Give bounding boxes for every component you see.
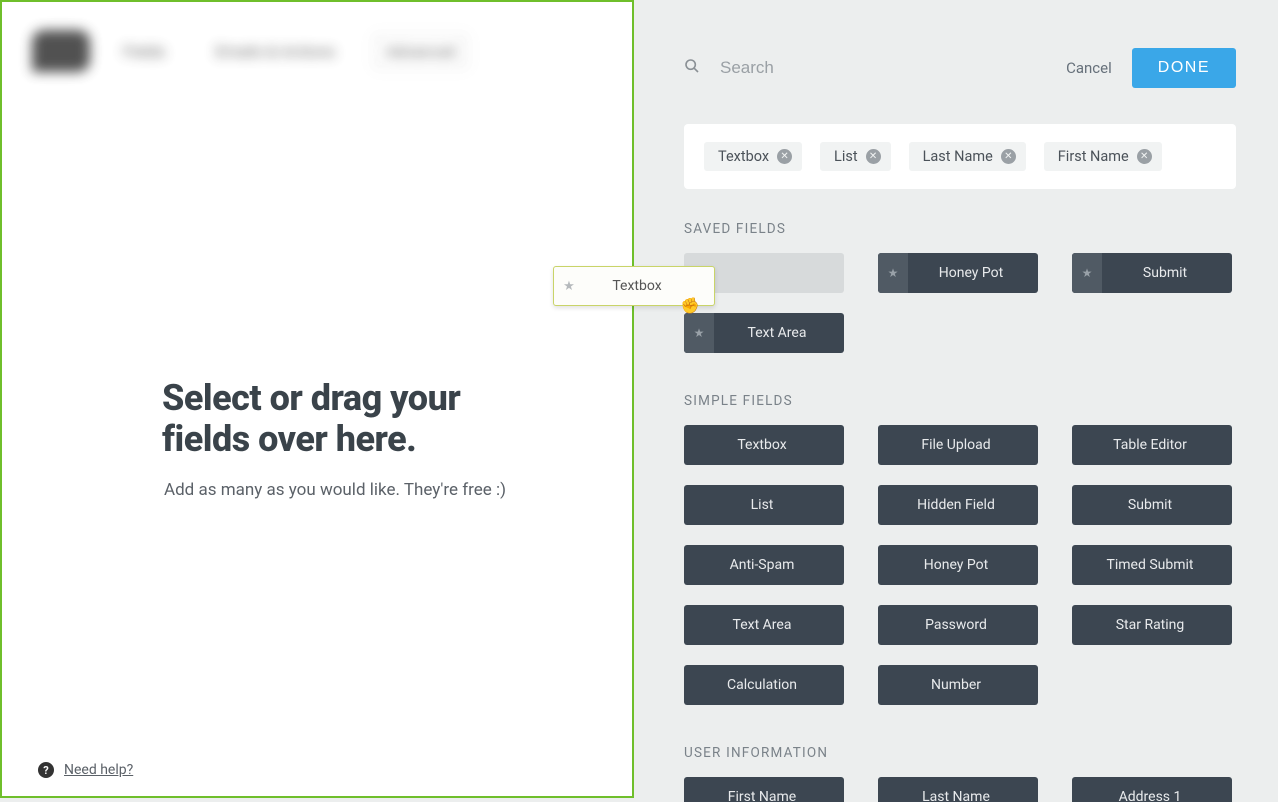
field-label: List [684, 497, 844, 513]
help-icon: ? [38, 762, 54, 778]
field-number[interactable]: Number [878, 665, 1038, 705]
star-icon: ★ [878, 253, 908, 293]
field-label: Hidden Field [878, 497, 1038, 513]
canvas-header: Fields Emails & Actions Advanced [2, 2, 632, 82]
chip-last-name[interactable]: Last Name ✕ [909, 142, 1026, 171]
remove-chip-icon[interactable]: ✕ [777, 149, 792, 164]
drop-subtitle: Add as many as you would like. They're f… [164, 480, 592, 500]
field-submit[interactable]: ★Submit [1072, 253, 1232, 293]
remove-chip-icon[interactable]: ✕ [866, 149, 881, 164]
star-icon: ★ [1072, 253, 1102, 293]
drop-title: Select or drag your fields over here. [162, 378, 482, 461]
tab-emails-actions[interactable]: Emails & Actions [204, 35, 346, 68]
field-label: Anti-Spam [684, 557, 844, 573]
field-label: Textbox [684, 437, 844, 453]
field-table-editor[interactable]: Table Editor [1072, 425, 1232, 465]
field-label: First Name [684, 789, 844, 802]
saved-fields-heading: SAVED FIELDS [684, 221, 1236, 237]
search-input[interactable] [718, 57, 1066, 79]
field-anti-spam[interactable]: Anti-Spam [684, 545, 844, 585]
field-honey-pot[interactable]: ★Honey Pot [878, 253, 1038, 293]
simple-fields-heading: SIMPLE FIELDS [684, 393, 1236, 409]
field-label: Password [878, 617, 1038, 633]
star-icon: ★ [684, 313, 714, 353]
selected-fields-chips: Textbox ✕ List ✕ Last Name ✕ First Name ✕ [684, 124, 1236, 189]
star-icon: ★ [554, 279, 584, 294]
remove-chip-icon[interactable]: ✕ [1001, 149, 1016, 164]
search-icon [684, 58, 700, 78]
app-root: Fields Emails & Actions Advanced Select … [0, 0, 1278, 802]
chip-label: Last Name [923, 148, 993, 165]
chip-label: First Name [1058, 148, 1129, 165]
chip-label: Textbox [718, 148, 769, 165]
chip-list[interactable]: List ✕ [820, 142, 891, 171]
field-calculation[interactable]: Calculation [684, 665, 844, 705]
field-first-name[interactable]: First Name [684, 777, 844, 802]
grab-cursor-icon: ✊ [680, 296, 701, 316]
field-label: Star Rating [1072, 617, 1232, 633]
field-label: Table Editor [1072, 437, 1232, 453]
tab-advanced[interactable]: Advanced [374, 35, 467, 68]
field-star-rating[interactable]: Star Rating [1072, 605, 1232, 645]
user-info-grid: First Name Last Name Address 1 [684, 777, 1236, 802]
drag-ghost-label: Textbox [584, 278, 714, 294]
field-label: Address 1 [1072, 789, 1232, 802]
form-canvas[interactable]: Fields Emails & Actions Advanced Select … [0, 0, 634, 798]
canvas-tabs: Fields Emails & Actions Advanced [112, 35, 467, 68]
remove-chip-icon[interactable]: ✕ [1137, 149, 1152, 164]
saved-fields-grid: ★Honey Pot★Submit★Text Area [684, 253, 1236, 353]
tab-fields[interactable]: Fields [112, 35, 176, 68]
field-text-area[interactable]: Text Area [684, 605, 844, 645]
field-label: Submit [1102, 265, 1232, 281]
field-hidden-field[interactable]: Hidden Field [878, 485, 1038, 525]
field-label: Text Area [684, 617, 844, 633]
field-palette: Cancel DONE Textbox✕List✕Last Name✕First… [634, 0, 1278, 802]
field-label: Submit [1072, 497, 1232, 513]
field-text-area[interactable]: ★Text Area [684, 313, 844, 353]
drop-zone[interactable]: Select or drag your fields over here. Ad… [2, 82, 632, 796]
field-address-1[interactable]: Address 1 [1072, 777, 1232, 802]
field-honey-pot[interactable]: Honey Pot [878, 545, 1038, 585]
field-timed-submit[interactable]: Timed Submit [1072, 545, 1232, 585]
user-info-heading: USER INFORMATION [684, 745, 1236, 761]
field-label: Honey Pot [878, 557, 1038, 573]
chip-textbox[interactable]: Textbox ✕ [704, 142, 802, 171]
simple-fields-grid: Textbox File Upload Table Editor List Hidden… [684, 425, 1236, 705]
field-label: File Upload [878, 437, 1038, 453]
help-row[interactable]: ? Need help? [38, 762, 133, 778]
field-label: Timed Submit [1072, 557, 1232, 573]
help-link[interactable]: Need help? [64, 762, 133, 778]
field-label: Number [878, 677, 1038, 693]
field-submit[interactable]: Submit [1072, 485, 1232, 525]
cancel-button[interactable]: Cancel [1066, 59, 1112, 77]
field-label: Calculation [684, 677, 844, 693]
field-password[interactable]: Password [878, 605, 1038, 645]
palette-toolbar: Cancel DONE [684, 48, 1236, 88]
field-label: Last Name [878, 789, 1038, 802]
app-logo [32, 30, 90, 72]
field-label: Honey Pot [908, 265, 1038, 281]
field-file-upload[interactable]: File Upload [878, 425, 1038, 465]
chip-first-name[interactable]: First Name ✕ [1044, 142, 1162, 171]
field-last-name[interactable]: Last Name [878, 777, 1038, 802]
chip-label: List [834, 148, 858, 165]
field-textbox[interactable]: Textbox [684, 425, 844, 465]
field-list[interactable]: List [684, 485, 844, 525]
field-label: Text Area [714, 325, 844, 341]
done-button[interactable]: DONE [1132, 48, 1236, 88]
